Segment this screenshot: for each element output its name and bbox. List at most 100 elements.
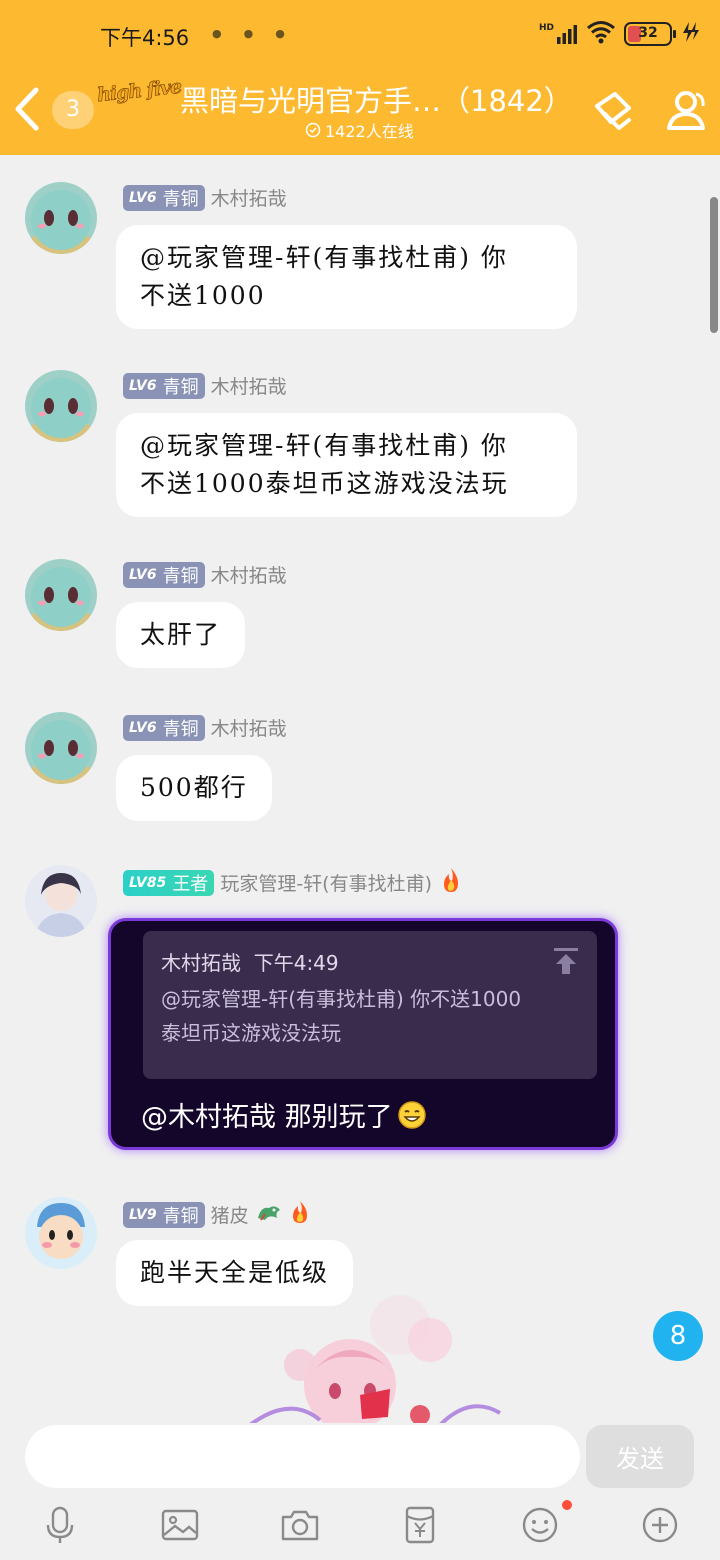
avatar[interactable] <box>25 712 97 784</box>
quote-header: 木村拓哉 下午4:49 <box>161 947 579 976</box>
level-badge: LV9 青铜 <box>123 1201 205 1228</box>
girl-portrait-avatar-icon <box>25 865 97 937</box>
group-logo: high five <box>96 75 183 107</box>
level-badge: LV6 青铜 <box>123 372 205 399</box>
quote-body: @玩家管理-轩(有事找杜甫) 你不送1000 泰坦币这游戏没法玩 <box>161 982 579 1050</box>
unread-count-badge[interactable]: 3 <box>52 91 94 129</box>
sender-row: LV6 青铜 木村拓哉 <box>123 714 287 741</box>
avatar[interactable] <box>25 865 97 937</box>
sender-row: LV85 王者 玩家管理-轩(有事找杜甫) <box>123 866 464 899</box>
image-button[interactable] <box>160 1505 200 1545</box>
new-messages-badge[interactable]: 8 <box>653 1311 703 1361</box>
quote-line: 泰坦币这游戏没法玩 <box>161 1021 341 1045</box>
message-line: @玩家管理-轩(有事找杜甫) 你 <box>140 243 508 272</box>
rank-text: 青铜 <box>162 188 199 210</box>
quote-time: 下午4:49 <box>253 951 339 975</box>
status-time: 下午4:56 <box>100 26 190 50</box>
sender-name[interactable]: 玩家管理-轩(有事找杜甫) <box>220 869 432 896</box>
group-members-button[interactable] <box>660 84 714 138</box>
input-bar: 发送 <box>0 1423 720 1560</box>
emoji-notification-dot <box>562 1500 572 1510</box>
message-bubble[interactable]: 太肝了 <box>116 602 246 668</box>
status-icons: HD 32 <box>539 20 700 48</box>
camera-icon <box>281 1510 319 1541</box>
avatar[interactable] <box>25 182 97 254</box>
avatar[interactable] <box>25 370 97 442</box>
rank-text: 王者 <box>172 873 209 895</box>
red-packet-button[interactable] <box>400 1505 440 1545</box>
level-text: LV6 <box>129 377 157 394</box>
more-button[interactable] <box>640 1505 680 1545</box>
microphone-icon <box>46 1506 74 1543</box>
image-icon <box>161 1509 199 1541</box>
red-packet-icon <box>405 1506 435 1544</box>
share-game-button[interactable] <box>585 84 639 138</box>
sender-name[interactable]: 木村拓哉 <box>211 184 287 211</box>
quoted-message[interactable]: 木村拓哉 下午4:49 @玩家管理-轩(有事找杜甫) 你不送1000 泰坦币这游… <box>143 931 597 1079</box>
sender-name[interactable]: 木村拓哉 <box>211 714 287 741</box>
status-notification-icons: ●●● <box>212 27 307 40</box>
level-badge: LV85 王者 <box>123 869 215 896</box>
scroll-to-quote-icon[interactable] <box>553 947 579 975</box>
sender-row: LV6 青铜 木村拓哉 <box>123 372 287 399</box>
quote-author: 木村拓哉 <box>161 951 241 975</box>
message-bubble[interactable]: 500都行 <box>116 755 272 821</box>
rank-text: 青铜 <box>162 376 199 398</box>
fire-icon <box>438 866 464 899</box>
squirtle-avatar-icon <box>25 712 97 784</box>
level-badge: LV6 青铜 <box>123 714 205 741</box>
message-line: @玩家管理-轩(有事找杜甫) 你 <box>140 431 508 460</box>
group-name[interactable]: 黑暗与光明官方手…（1842） <box>180 78 573 120</box>
online-count-text: 1422人在线 <box>325 122 414 141</box>
send-button[interactable]: 发送 <box>586 1425 694 1488</box>
sender-row: LV6 青铜 木村拓哉 <box>123 184 287 211</box>
squirtle-avatar-icon <box>25 559 97 631</box>
reply-text: @木村拓哉 那别玩了 <box>141 1095 427 1134</box>
back-button[interactable] <box>8 86 48 132</box>
game-link-icon <box>595 92 631 130</box>
fire-icon <box>289 1199 311 1230</box>
smile-emoji-icon <box>397 1100 426 1129</box>
level-badge: LV6 青铜 <box>123 184 205 211</box>
anime-girl-sticker-icon <box>249 1295 502 1423</box>
crayon-shin-chan-avatar-icon <box>25 1197 97 1269</box>
scrollbar[interactable] <box>710 197 718 333</box>
rank-text: 青铜 <box>162 718 199 740</box>
online-count: 1422人在线 <box>305 118 414 142</box>
plus-icon <box>642 1507 678 1543</box>
message-bubble[interactable]: @玩家管理-轩(有事找杜甫) 你 不送1000泰坦币这游戏没法玩 <box>116 413 577 517</box>
avatar[interactable] <box>25 559 97 631</box>
level-text: LV85 <box>129 874 167 891</box>
quote-line: @玩家管理-轩(有事找杜甫) 你不送1000 <box>161 987 522 1011</box>
message-line: 太肝了 <box>140 620 222 649</box>
sender-name[interactable]: 木村拓哉 <box>211 561 287 588</box>
emoji-button[interactable] <box>520 1505 560 1545</box>
sender-name[interactable]: 猪皮 <box>211 1201 249 1228</box>
sender-row: LV9 青铜 猪皮 <box>123 1199 311 1230</box>
dragon-badge-icon <box>255 1200 283 1229</box>
input-toolbar <box>0 1497 720 1552</box>
message-input[interactable] <box>25 1425 580 1488</box>
wifi-icon <box>586 20 616 48</box>
voice-button[interactable] <box>40 1505 80 1545</box>
sender-name[interactable]: 木村拓哉 <box>211 372 287 399</box>
reply-text-content: @木村拓哉 那别玩了 <box>141 1102 393 1133</box>
level-text: LV9 <box>129 1206 157 1223</box>
message-bubble[interactable]: @玩家管理-轩(有事找杜甫) 你 不送1000 <box>116 225 577 329</box>
chat-messages[interactable]: LV6 青铜 木村拓哉 @玩家管理-轩(有事找杜甫) 你 不送1000 LV6 青铜… <box>0 155 720 1423</box>
signal-icon: HD <box>539 24 578 44</box>
avatar[interactable] <box>25 1197 97 1269</box>
level-text: LV6 <box>129 189 157 206</box>
vip-message-bubble[interactable]: 木村拓哉 下午4:49 @玩家管理-轩(有事找杜甫) 你不送1000 泰坦币这游… <box>108 918 618 1150</box>
battery-percent: 32 <box>638 25 658 41</box>
message-line: 不送1000 <box>140 281 266 310</box>
message-line: 500都行 <box>140 773 248 802</box>
squirtle-avatar-icon <box>25 370 97 442</box>
camera-button[interactable] <box>280 1505 320 1545</box>
message-line: 不送1000泰坦币这游戏没法玩 <box>140 469 509 498</box>
chat-header: 下午4:56 ●●● HD 32 3 high five 黑暗与光明官方手…（1… <box>0 0 720 155</box>
incoming-sticker[interactable] <box>230 1295 520 1423</box>
level-text: LV6 <box>129 566 157 583</box>
level-badge: LV6 青铜 <box>123 561 205 588</box>
level-text: LV6 <box>129 719 157 736</box>
